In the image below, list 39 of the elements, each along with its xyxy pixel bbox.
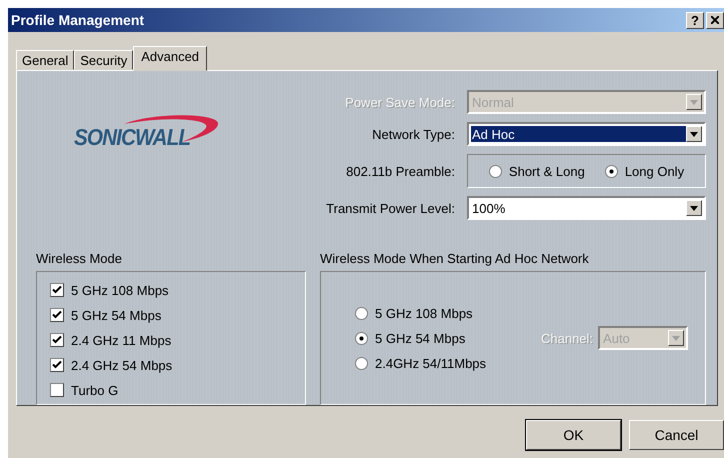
close-icon (711, 16, 719, 24)
option-label[interactable]: 2.4 GHz 11 Mbps (71, 332, 172, 348)
option-label[interactable]: 5 GHz 108 Mbps (375, 306, 473, 320)
dialog-button[interactable]: OK (526, 420, 621, 450)
close-button[interactable] (706, 12, 724, 28)
checkbox[interactable] (50, 283, 64, 297)
tab[interactable]: Advanced (133, 46, 208, 71)
help-button[interactable]: ? (686, 12, 704, 28)
checkbox[interactable] (50, 333, 64, 347)
group-title: Wireless Mode (36, 250, 123, 268)
radio-button[interactable] (355, 356, 368, 370)
option-label[interactable]: Turbo G (71, 382, 118, 398)
checkbox[interactable] (50, 383, 64, 397)
checkbox[interactable] (50, 358, 64, 372)
field-label: 802.11b Preamble: (346, 164, 455, 178)
option-label[interactable]: 5 GHz 54 Mbps (71, 308, 162, 322)
option-label[interactable]: 2.4 GHz 54 Mbps (71, 358, 172, 372)
dropdown[interactable]: 100% (467, 196, 706, 220)
tab[interactable]: Security (74, 50, 134, 70)
field-label: Transmit Power Level: (326, 200, 455, 216)
checkbox[interactable] (50, 308, 64, 322)
radio-button[interactable] (355, 332, 368, 344)
radio-button[interactable] (488, 164, 502, 178)
logo-text: SONICWALL (74, 124, 190, 151)
field-label: Power Save Mode: (345, 94, 455, 110)
field-label: Network Type: (372, 126, 455, 142)
group-title: Wireless Mode When Starting Ad Hoc Network (320, 250, 590, 268)
radio-button[interactable] (355, 306, 368, 320)
option-label[interactable]: 2.4GHz 54/11Mbps (375, 356, 486, 370)
option-label[interactable]: Short & Long (508, 164, 585, 178)
option-label[interactable]: 5 GHz 108 Mbps (71, 282, 169, 298)
radio-button[interactable] (604, 164, 618, 178)
dialog-button[interactable]: Cancel (629, 420, 724, 450)
dropdown[interactable]: Ad Hoc (467, 122, 706, 146)
option-label[interactable]: Long Only (624, 164, 684, 178)
field-label: Channel: (541, 330, 594, 346)
tab[interactable]: General (16, 50, 74, 70)
window-title: Profile Management (11, 12, 144, 28)
option-label[interactable]: 5 GHz 54 Mbps (375, 330, 466, 346)
